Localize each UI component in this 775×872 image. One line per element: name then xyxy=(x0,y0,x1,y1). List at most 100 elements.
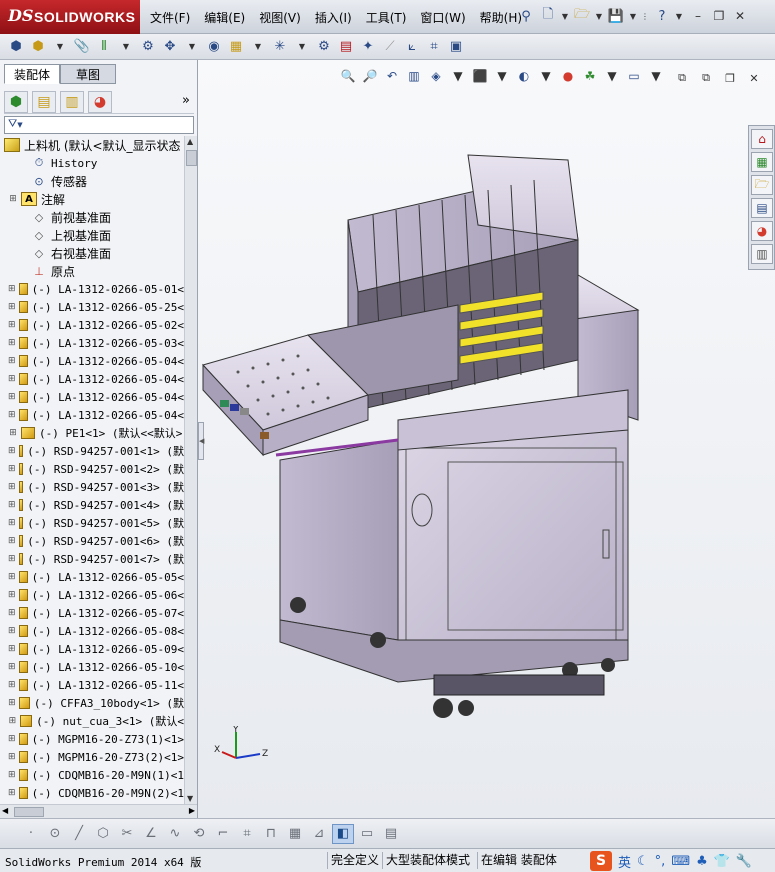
offset-icon[interactable]: ⌗ xyxy=(236,824,258,844)
polygon-icon[interactable]: ⬡ xyxy=(92,824,114,844)
expand-icon[interactable]: ⊞ xyxy=(8,536,16,546)
tree-component-row[interactable]: ⊞ (-) RSD-94257-001<3> (默 xyxy=(0,478,184,496)
expand-icon[interactable]: ⊞ xyxy=(8,302,16,312)
tree-component-row[interactable]: ⊞ (-) CDQMB16-20-M9N(1)<1 xyxy=(0,766,184,784)
menu-insert[interactable]: 插入(I) xyxy=(315,9,352,26)
new-motion-study-icon[interactable]: ⚙ xyxy=(314,37,334,57)
tree-item-annotations[interactable]: ⊞ A 注解 xyxy=(0,190,184,208)
chevron-down-icon[interactable]: ▼ xyxy=(50,37,70,57)
linear-pattern-icon[interactable]: ⦀ xyxy=(94,37,114,57)
edit-component-icon[interactable]: ⬢ xyxy=(6,37,26,57)
close-icon[interactable]: ✕ xyxy=(731,7,749,25)
expand-icon[interactable]: ⊞ xyxy=(8,356,16,366)
instant3d-icon[interactable]: ⟀ xyxy=(402,37,422,57)
menu-edit[interactable]: 编辑(E) xyxy=(204,9,245,26)
scroll-left-icon[interactable]: ◀ xyxy=(2,806,8,815)
expand-icon[interactable]: ⊞ xyxy=(8,410,16,420)
assembly-features-icon[interactable]: ▦ xyxy=(226,37,246,57)
trim-icon[interactable]: ✂ xyxy=(116,824,138,844)
tree-component-row[interactable]: ⊞ (-) LA-1312-0266-05-06< xyxy=(0,586,184,604)
keyboard-icon[interactable]: ⌨ xyxy=(671,854,690,869)
circle-icon[interactable]: ⊙ xyxy=(44,824,66,844)
tree-component-row[interactable]: ⊞ (-) LA-1312-0266-05-04< xyxy=(0,388,184,406)
expand-icon[interactable]: ⊞ xyxy=(8,518,16,528)
wrench-icon[interactable]: 🔧 xyxy=(736,854,752,869)
expand-icon[interactable]: ⊞ xyxy=(8,716,17,726)
chevron-down-icon[interactable]: ▼ xyxy=(594,6,604,26)
expand-icon[interactable]: ⊞ xyxy=(8,752,16,762)
point-icon[interactable]: · xyxy=(20,824,42,844)
more-tabs-icon[interactable]: » xyxy=(182,93,190,108)
show-hidden-icon[interactable]: ◉ xyxy=(204,37,224,57)
tree-component-row[interactable]: ⊞ (-) LA-1312-0266-05-25< xyxy=(0,298,184,316)
tree-component-row[interactable]: ⊞ (-) PE1<1> (默认<<默认> xyxy=(0,424,184,442)
insert-component-icon[interactable]: ⬢ xyxy=(28,37,48,57)
expand-icon[interactable]: ⊞ xyxy=(8,482,16,492)
file-explorer-icon[interactable]: 🗁 xyxy=(751,175,773,195)
expand-icon[interactable]: ⊞ xyxy=(8,464,16,474)
tree-item-history[interactable]: ⊞ ⏱ History xyxy=(0,154,184,172)
scroll-right-icon[interactable]: ▶ xyxy=(189,806,195,815)
configuration-manager-icon[interactable]: ▥ xyxy=(60,90,84,113)
chevron-down-icon[interactable]: ▼ xyxy=(628,6,638,26)
rapid-sketch-icon[interactable]: ▭ xyxy=(356,824,378,844)
expand-icon[interactable]: ⊞ xyxy=(8,770,16,780)
tree-component-row[interactable]: ⊞ (-) RSD-94257-001<2> (默 xyxy=(0,460,184,478)
tree-component-row[interactable]: ⊞ (-) MGPM16-20-Z73(2)<1> xyxy=(0,748,184,766)
expand-icon[interactable]: ⊞ xyxy=(8,284,16,294)
expand-icon[interactable]: ⊞ xyxy=(8,662,16,672)
tree-component-row[interactable]: ⊞ (-) LA-1312-0266-05-08< xyxy=(0,622,184,640)
save-icon[interactable]: 💾 xyxy=(606,6,626,26)
tree-component-row[interactable]: ⊞ (-) LA-1312-0266-05-03< xyxy=(0,334,184,352)
corner-icon[interactable]: ⌐ xyxy=(212,824,234,844)
tree-component-row[interactable]: ⊞ (-) CFFA3_10body<1> (默 xyxy=(0,694,184,712)
shaded-sketch-icon[interactable]: ◧ xyxy=(332,823,354,844)
tree-component-row[interactable]: ⊞ (-) RSD-94257-001<4> (默 xyxy=(0,496,184,514)
tree-component-row[interactable]: ⊞ (-) LA-1312-0266-05-07< xyxy=(0,604,184,622)
expand-icon[interactable]: ⊞ xyxy=(8,194,18,204)
property-manager-icon[interactable]: ▤ xyxy=(32,90,56,113)
open-folder-icon[interactable]: 🗁 xyxy=(572,6,592,26)
tree-item-front-plane[interactable]: ⊞ ◇ 前视基准面 xyxy=(0,208,184,226)
scroll-up-icon[interactable]: ▲ xyxy=(187,137,193,146)
tree-component-row[interactable]: ⊞ (-) LA-1312-0266-05-05< xyxy=(0,568,184,586)
tree-component-row[interactable]: ⊞ (-) MGPM16-20-Z73(1)<1> xyxy=(0,730,184,748)
expand-icon[interactable]: ⊞ xyxy=(8,428,18,438)
expand-icon[interactable]: ⊞ xyxy=(8,446,16,456)
skin-icon[interactable]: ♣ xyxy=(696,854,708,869)
moon-icon[interactable]: ☾ xyxy=(637,854,649,869)
expand-icon[interactable]: ⊞ xyxy=(8,644,16,654)
appearances-icon[interactable]: ◕ xyxy=(751,221,773,241)
tree-component-row[interactable]: ⊞ (-) LA-1312-0266-05-01< xyxy=(0,280,184,298)
expand-icon[interactable]: ⊞ xyxy=(8,572,16,582)
new-document-icon[interactable]: 🗋 xyxy=(538,6,558,26)
update-speedpak-icon[interactable]: ⌗ xyxy=(424,37,444,57)
menu-file[interactable]: 文件(F) xyxy=(150,9,190,26)
menu-tools[interactable]: 工具(T) xyxy=(366,9,407,26)
tree-horizontal-scrollbar[interactable]: ◀ ▶ xyxy=(0,804,197,818)
tree-item-sensors[interactable]: ⊞ ⊙ 传感器 xyxy=(0,172,184,190)
tree-component-row[interactable]: ⊞ (-) LA-1312-0266-05-04< xyxy=(0,406,184,424)
tree-root-assembly[interactable]: 上料机 (默认<默认_显示状态 xyxy=(0,136,184,154)
tree-component-row[interactable]: ⊞ (-) LA-1312-0266-05-10< xyxy=(0,658,184,676)
expand-icon[interactable]: ⊞ xyxy=(8,374,16,384)
solidworks-logo[interactable]: DS SOLIDWORKS xyxy=(0,0,140,34)
scroll-thumb[interactable] xyxy=(186,150,197,166)
tree-component-row[interactable]: ⊞ (-) RSD-94257-001<7> (默 xyxy=(0,550,184,568)
spline-icon[interactable]: ∿ xyxy=(164,824,186,844)
scroll-thumb[interactable] xyxy=(14,807,44,817)
tree-component-row[interactable]: ⊞ (-) RSD-94257-001<1> (默 xyxy=(0,442,184,460)
menu-window[interactable]: 窗口(W) xyxy=(420,9,465,26)
help-icon[interactable]: ? xyxy=(652,6,672,26)
tree-item-right-plane[interactable]: ⊞ ◇ 右视基准面 xyxy=(0,244,184,262)
status-large-assembly-mode[interactable]: 大型装配体模式 xyxy=(382,852,473,869)
grid-icon[interactable]: ▦ xyxy=(284,824,306,844)
smart-fasteners-icon[interactable]: ⚙ xyxy=(138,37,158,57)
expand-icon[interactable]: ⊞ xyxy=(8,392,16,402)
panel-collapse-handle[interactable]: ◀ xyxy=(198,422,204,460)
display-manager-icon[interactable]: ◕ xyxy=(88,90,112,113)
tree-component-row[interactable]: ⊞ (-) nut_cua_3<1> (默认< xyxy=(0,712,184,730)
filter-icon[interactable]: ⛛ xyxy=(8,117,17,130)
design-library-icon[interactable]: ▦ xyxy=(751,152,773,172)
expand-icon[interactable]: ⊞ xyxy=(8,608,16,618)
